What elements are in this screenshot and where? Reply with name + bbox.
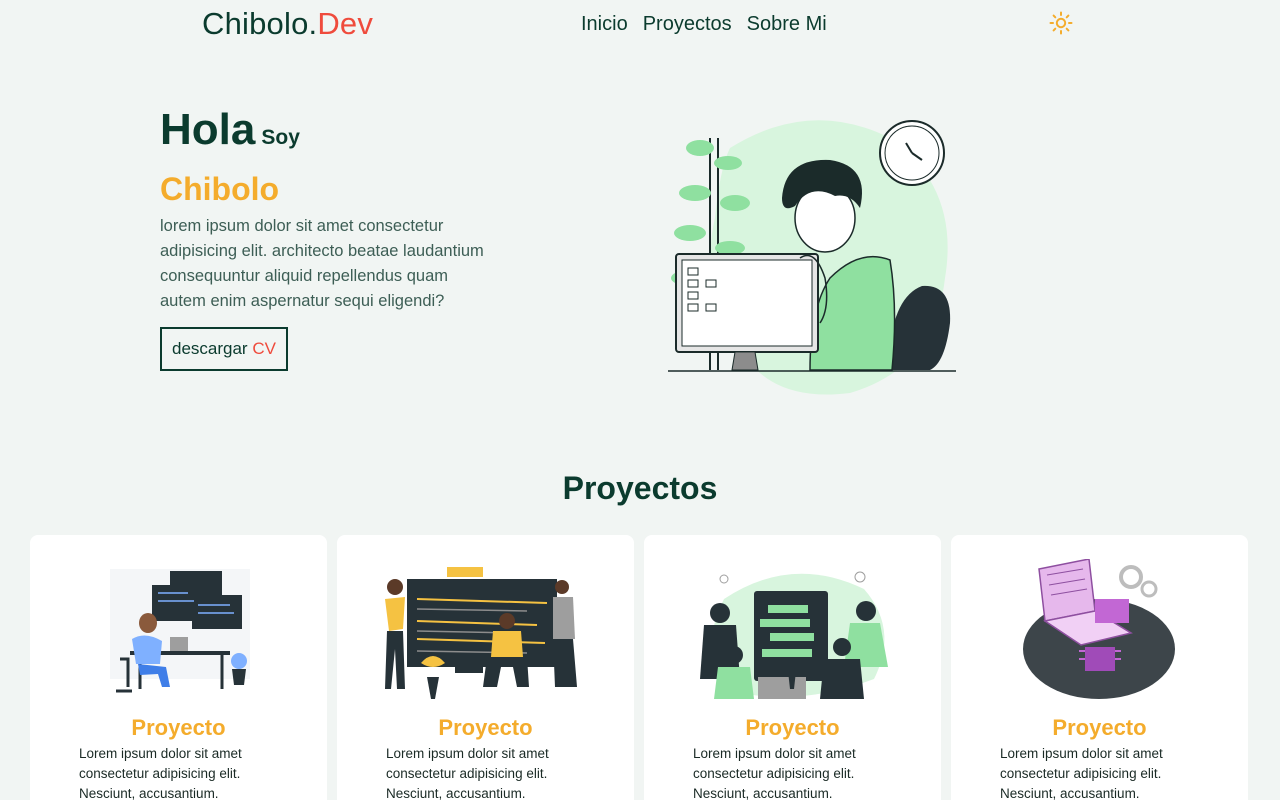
project-card[interactable]: Proyecto Lorem ipsum dolor sit amet cons…: [951, 535, 1248, 800]
navbar: Chibolo.Dev Inicio Proyectos Sobre Mi: [0, 0, 1280, 52]
project-card-title: Proyecto: [438, 715, 533, 740]
hero-description: lorem ipsum dolor sit amet consectetur a…: [160, 217, 484, 310]
project-card[interactable]: Proyecto Lorem ipsum dolor sit amet cons…: [644, 535, 941, 800]
greeting-text: Hola: [160, 105, 256, 154]
project-card-description: Lorem ipsum dolor sit amet consectetur a…: [693, 746, 856, 800]
theme-toggle-button[interactable]: [1049, 11, 1073, 35]
project-card-description: Lorem ipsum dolor sit amet consectetur a…: [1000, 746, 1163, 800]
project-illustration: [70, 559, 287, 707]
project-illustration: [991, 558, 1208, 707]
logo-accent: Dev: [317, 6, 374, 41]
hero-greeting: Hola Soy: [160, 104, 490, 164]
cv-label: descargar: [172, 339, 248, 358]
greeting-small-text: Soy: [261, 126, 300, 149]
logo-main: Chibolo.: [202, 6, 318, 41]
project-illustration: [377, 559, 594, 707]
nav-link-sobre-mi[interactable]: Sobre Mi: [747, 13, 827, 36]
project-card-title: Proyecto: [1052, 715, 1147, 740]
hero-illustration: [660, 108, 960, 398]
project-card-title: Proyecto: [745, 715, 840, 740]
hero-section: Hola Soy Chibolo lorem ipsum dolor sit am…: [160, 104, 490, 371]
sun-icon: [1049, 11, 1073, 35]
nav-link-inicio[interactable]: Inicio: [581, 13, 628, 36]
projects-cards: Proyecto Lorem ipsum dolor sit amet cons…: [30, 535, 1248, 800]
logo[interactable]: Chibolo.Dev: [202, 6, 373, 42]
project-card-description: Lorem ipsum dolor sit amet consectetur a…: [386, 746, 549, 800]
nav-link-proyectos[interactable]: Proyectos: [643, 13, 732, 36]
hero-name: Chibolo: [160, 171, 280, 207]
project-card-title: Proyecto: [131, 715, 226, 740]
project-card[interactable]: Proyecto Lorem ipsum dolor sit amet cons…: [30, 535, 327, 800]
download-cv-button[interactable]: descargar CV: [160, 327, 288, 371]
project-card[interactable]: Proyecto Lorem ipsum dolor sit amet cons…: [337, 535, 634, 800]
projects-title: Proyectos: [562, 470, 718, 506]
project-illustration: [684, 559, 901, 707]
nav-links: Inicio Proyectos Sobre Mi: [581, 13, 827, 36]
cv-accent: CV: [252, 339, 276, 358]
project-card-description: Lorem ipsum dolor sit amet consectetur a…: [79, 746, 242, 800]
